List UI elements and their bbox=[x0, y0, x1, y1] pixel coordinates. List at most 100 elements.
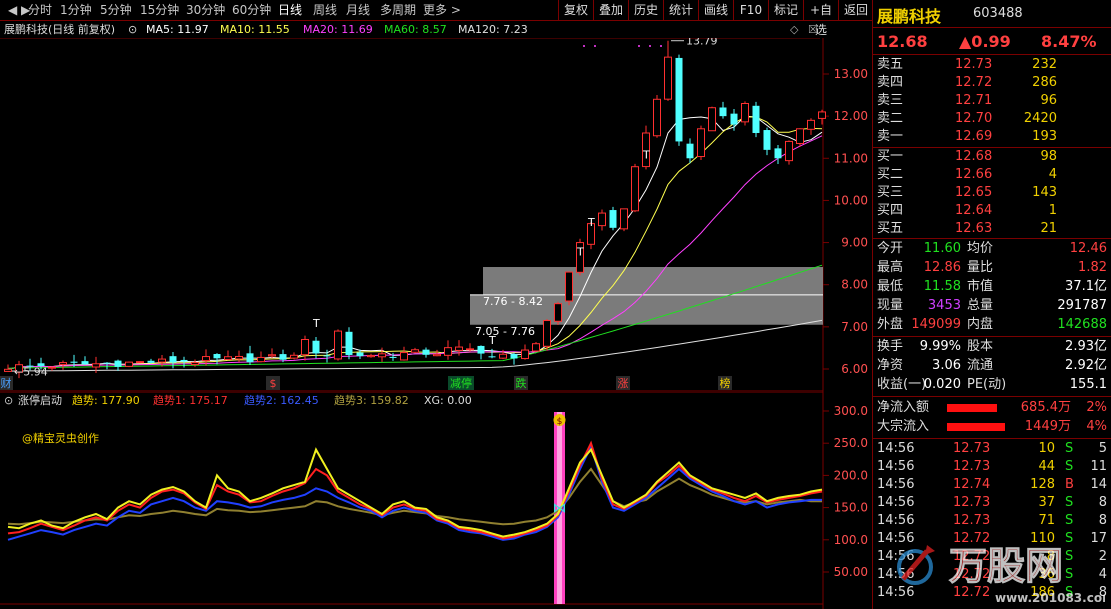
stat-label: 今开 bbox=[877, 241, 904, 256]
ask-label: 卖二 bbox=[877, 111, 904, 126]
candle bbox=[48, 366, 56, 371]
close-icon[interactable]: ☒ bbox=[808, 21, 818, 38]
svg-text:www.201083.com: www.201083.com bbox=[995, 591, 1105, 605]
event-label[interactable]: 跌 bbox=[516, 376, 527, 390]
tab-1min[interactable]: 1分钟 bbox=[60, 2, 92, 18]
candle bbox=[81, 356, 89, 365]
overlay-button[interactable]: 叠加 bbox=[593, 0, 628, 20]
signal-icon-label: $ bbox=[557, 417, 563, 427]
flow-bar bbox=[947, 404, 997, 412]
dropdown-icon: ⊙ bbox=[4, 394, 13, 407]
ma120-value: MA120: 7.23 bbox=[458, 23, 528, 36]
tick-row: 14:56 12.73 10 S 5 bbox=[873, 440, 1111, 458]
stat-row: 最低 11.58 市值 37.1亿 bbox=[873, 278, 1111, 296]
candle bbox=[719, 101, 727, 119]
tick-row: 14:56 12.74 128 B 14 bbox=[873, 476, 1111, 494]
stat-value: 37.1亿 bbox=[1065, 279, 1107, 294]
stat-label: 量比 bbox=[967, 260, 994, 275]
tick-side: B bbox=[1065, 477, 1074, 492]
bid-price: 12.65 bbox=[955, 185, 993, 200]
tick-count: 8 bbox=[1098, 495, 1107, 510]
tab-monthly[interactable]: 月线 bbox=[346, 2, 370, 18]
fuquan-button[interactable]: 复权 bbox=[558, 0, 593, 20]
candle bbox=[675, 54, 683, 146]
mark-button[interactable]: 标记 bbox=[768, 0, 803, 20]
event-label[interactable]: 榜 bbox=[720, 376, 731, 390]
f10-button[interactable]: F10 bbox=[733, 0, 768, 20]
candle bbox=[235, 350, 243, 363]
last-price: 12.68 bbox=[877, 32, 928, 51]
candle bbox=[444, 340, 452, 360]
draw-button[interactable]: 画线 bbox=[698, 0, 733, 20]
price-chart[interactable]: 13.00 12.00 11.00 10.00 9.00 8.00 7.00 6.00 7.76… bbox=[0, 38, 872, 392]
butterfly-icon: ⋈ bbox=[553, 501, 567, 517]
tab-60min[interactable]: 60分钟 bbox=[232, 2, 271, 18]
dropdown-icon[interactable]: ⊙ bbox=[128, 21, 137, 38]
tick-price: 12.73 bbox=[953, 441, 991, 456]
candle bbox=[631, 163, 639, 213]
bid-volume: 1 bbox=[1048, 203, 1057, 218]
tab-fenshi[interactable]: 分时 bbox=[28, 2, 52, 18]
tick-count: 5 bbox=[1098, 441, 1107, 456]
y-tick-label: 6.00 bbox=[841, 362, 868, 376]
candle bbox=[114, 359, 122, 371]
stat-label: 流通 bbox=[967, 358, 994, 373]
event-label[interactable]: $ bbox=[270, 377, 277, 390]
t-mark: T bbox=[587, 216, 595, 229]
candle bbox=[367, 353, 375, 358]
event-label[interactable]: 涨 bbox=[618, 377, 629, 390]
stat-label: 最高 bbox=[877, 260, 904, 275]
trend-line bbox=[7, 447, 823, 538]
event-label[interactable]: 财 bbox=[1, 376, 12, 390]
ask-volume: 232 bbox=[1032, 57, 1057, 72]
stats-button[interactable]: 统计 bbox=[663, 0, 698, 20]
tab-more[interactable]: 更多 > bbox=[423, 2, 461, 18]
limit-dot bbox=[660, 45, 662, 47]
ask-label: 卖五 bbox=[877, 57, 904, 72]
ma20-value: MA20: 11.69 bbox=[303, 23, 373, 36]
candle bbox=[543, 319, 551, 351]
ask-volume: 2420 bbox=[1023, 111, 1057, 126]
add-watch-button[interactable]: +自选 bbox=[803, 0, 838, 37]
ma10-value: MA10: 11.55 bbox=[220, 23, 290, 36]
indicator-chart[interactable]: ⊙ 涨停启动 趋势: 177.90 趋势1: 175.17 趋势2: 162.45 趋势3… bbox=[0, 392, 872, 609]
candle bbox=[477, 345, 485, 360]
history-button[interactable]: 历史 bbox=[628, 0, 663, 20]
back-button[interactable]: 返回 bbox=[838, 0, 873, 20]
flow-pct: 2% bbox=[1086, 400, 1107, 415]
event-label[interactable]: 减停 bbox=[450, 376, 472, 390]
tab-15min[interactable]: 15分钟 bbox=[140, 2, 179, 18]
stat-label: PE(动) bbox=[967, 377, 1007, 392]
stat-label: 均价 bbox=[967, 241, 994, 256]
stock-period-label[interactable]: 展鹏科技(日线 前复权) bbox=[4, 21, 115, 38]
tab-weekly[interactable]: 周线 bbox=[313, 2, 337, 18]
candle bbox=[378, 347, 386, 362]
limit-dot bbox=[594, 45, 596, 47]
candle bbox=[565, 271, 573, 306]
trend3-line bbox=[7, 467, 822, 526]
ind-y-tick-label: 200.0 bbox=[834, 468, 868, 482]
candle bbox=[686, 138, 694, 164]
candle bbox=[466, 343, 474, 352]
candle bbox=[664, 40, 672, 101]
stat-row: 外盘 149099 内盘 142688 bbox=[873, 316, 1111, 334]
ind-y-tick-label: 50.00 bbox=[834, 565, 868, 579]
bid-price: 12.63 bbox=[955, 221, 993, 236]
candle bbox=[642, 125, 650, 170]
stat-value: 149099 bbox=[911, 317, 961, 332]
stat-label: 总量 bbox=[967, 298, 994, 313]
price-change-pct: 8.47% bbox=[1041, 32, 1097, 51]
tick-price: 12.74 bbox=[953, 477, 991, 492]
tab-multi-period[interactable]: 多周期 bbox=[380, 2, 416, 18]
bid-volume: 21 bbox=[1040, 221, 1057, 236]
nav-arrows[interactable]: ◀ ▶ bbox=[8, 2, 30, 18]
ind-y-tick-label: 150.0 bbox=[834, 501, 868, 515]
y-tick-label: 7.00 bbox=[841, 320, 868, 334]
stat-value: 155.1 bbox=[1069, 377, 1107, 392]
tab-30min[interactable]: 30分钟 bbox=[186, 2, 225, 18]
candle bbox=[125, 361, 133, 368]
trend1-line bbox=[7, 440, 823, 540]
tab-daily[interactable]: 日线 bbox=[278, 2, 302, 18]
tab-5min[interactable]: 5分钟 bbox=[100, 2, 132, 18]
diamond-icon[interactable]: ◇ bbox=[790, 21, 798, 38]
